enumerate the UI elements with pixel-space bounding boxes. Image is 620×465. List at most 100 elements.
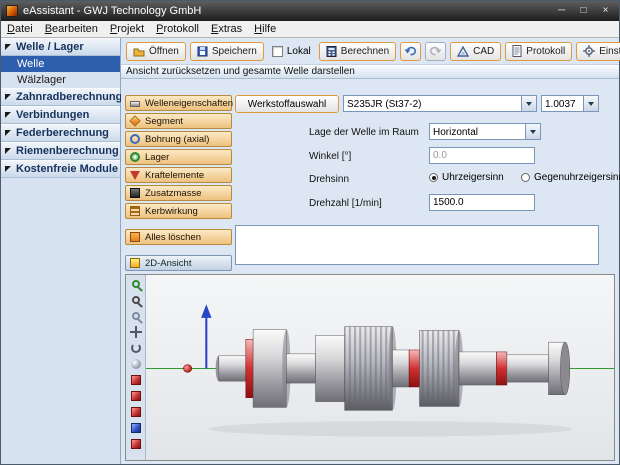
zoom-out-icon[interactable] [129,310,143,322]
material-number-combo[interactable]: 1.0037 [541,95,599,112]
material-combo-value: S235JR (St37-2) [347,99,422,110]
material-select-button[interactable]: Werkstoffauswahl [235,95,339,113]
sidebar-section-welle-lager[interactable]: Welle / Lager [1,38,120,56]
orientation-value: Horizontal [433,127,479,138]
clear-all-button[interactable]: Alles löschen [125,229,232,245]
sidebar-section-kostenfreie-module[interactable]: Kostenfreie Module [1,160,120,178]
content-area: Öffnen Speichern Lokal Berechnen CAD Pro… [121,38,620,464]
window-title: eAssistant - GWJ Technology GmbH [23,5,202,17]
sidebar-section-riemenberechnung[interactable]: Riemenberechnung [1,142,120,160]
clockwise-radio-group[interactable]: Uhrzeigersinn [429,172,504,183]
status-hint-bar: Ansicht zurücksetzen und gesamte Welle d… [121,64,619,79]
speed-input[interactable]: 1500.0 [429,194,535,211]
viewer-canvas[interactable] [146,275,614,460]
view-cube-side-icon[interactable] [129,406,143,418]
zoom-window-icon[interactable] [129,294,143,306]
view-2d-icon [130,258,140,268]
folder-icon [133,48,145,56]
sidebar-section-label: Riemenberechnung [16,145,119,157]
material-number-value: 1.0037 [545,99,576,110]
notch-icon [130,206,140,216]
sidebar-section-verbindungen[interactable]: Verbindungen [1,106,120,124]
menu-projekt[interactable]: Projekt [104,22,150,36]
title-bar: eAssistant - GWJ Technology GmbH ─ □ × [1,1,619,21]
sidebar-section-federberechnung[interactable]: Federberechnung [1,124,120,142]
counterclockwise-label: Gegenuhrzeigersinn [534,172,620,183]
chevron-down-icon[interactable] [583,96,598,111]
shaft-properties-button[interactable]: Welleneigenschaften [125,95,233,111]
pan-icon[interactable] [129,326,143,338]
menu-datei[interactable]: Datei [1,22,39,36]
info-text-box[interactable] [235,225,599,265]
bearing-icon [130,152,140,162]
floppy-icon [197,46,208,56]
menu-protokoll[interactable]: Protokoll [150,22,205,36]
material-combo[interactable]: S235JR (St37-2) [343,95,537,112]
bore-icon [130,134,140,144]
counterclockwise-radio-group[interactable]: Gegenuhrzeigersinn [521,172,620,183]
view-2d-button[interactable]: 2D-Ansicht [125,255,232,271]
view-cube-back-icon[interactable] [129,438,143,450]
segment-icon [129,115,141,127]
clockwise-label: Uhrzeigersinn [442,172,504,183]
open-button[interactable]: Öffnen [126,41,186,61]
calculate-button[interactable]: Berechnen [318,41,397,61]
undo-button[interactable] [400,41,422,61]
sidebar-section-zahnradberechnung[interactable]: Zahnradberechnung [1,88,122,106]
additional-mass-button[interactable]: Zusatzmasse [125,185,232,201]
main-toolbar: Öffnen Speichern Lokal Berechnen CAD Pro… [121,38,620,64]
force-icon [130,170,140,180]
local-checkbox-label: Lokal [286,45,311,57]
undo-icon [404,46,417,56]
shaded-view-icon[interactable] [129,358,143,370]
rotate-view-icon[interactable] [129,342,143,354]
chevron-down-icon[interactable] [525,124,540,139]
local-checkbox[interactable] [271,45,283,57]
shaft-3d-render [146,304,614,437]
cad-button[interactable]: CAD [450,41,502,61]
save-button[interactable]: Speichern [189,41,264,61]
axial-bore-button[interactable]: Bohrung (axial) [125,131,232,147]
cad-icon [457,45,470,57]
viewer-toolbar [126,275,146,460]
clockwise-radio[interactable] [429,173,438,182]
menu-hilfe[interactable]: Hilfe [248,22,282,36]
orientation-combo[interactable]: Horizontal [429,123,541,140]
close-button[interactable]: × [597,4,614,19]
counterclockwise-radio[interactable] [521,173,530,182]
notch-effect-button[interactable]: Kerbwirkung [125,203,232,219]
redo-button[interactable] [425,41,447,61]
segment-button[interactable]: Segment [125,113,232,129]
sidebar-item-waelzlager[interactable]: Wälzlager [1,72,120,88]
speed-label: Drehzahl [1/min] [309,198,382,209]
zoom-in-icon[interactable] [129,278,143,290]
shaft-form: Welleneigenschaften Segment Bohrung (axi… [121,79,620,272]
bearing-button[interactable]: Lager [125,149,232,165]
rotation-label: Drehsinn [309,174,350,185]
menu-extras[interactable]: Extras [205,22,248,36]
sidebar: Welle / Lager Welle Wälzlager Zahnradber… [1,38,122,464]
settings-button[interactable]: Einstellungen [576,41,620,61]
local-checkbox-group[interactable]: Lokal [268,45,315,57]
minimize-button[interactable]: ─ [553,4,570,19]
view-cube-iso-icon[interactable] [129,422,143,434]
angle-input[interactable]: 0.0 [429,147,535,164]
chevron-down-icon[interactable] [521,96,536,111]
force-elements-button[interactable]: Kraftelemente [125,167,232,183]
viewer-3d [125,274,615,461]
section-collapse-icon [5,94,11,100]
maximize-button[interactable]: □ [575,4,592,19]
protocol-button[interactable]: Protokoll [505,41,573,61]
sidebar-section-label: Verbindungen [16,109,90,121]
sidebar-section-label: Welle / Lager [16,41,84,53]
document-icon [512,45,522,57]
view-cube-front-icon[interactable] [129,374,143,386]
sidebar-item-welle[interactable]: Welle [1,56,120,72]
mass-icon [130,188,140,198]
clear-all-icon [130,232,140,242]
angle-label: Winkel [°] [309,151,352,162]
view-cube-top-icon[interactable] [129,390,143,402]
shaft-properties-icon [130,101,140,107]
sidebar-section-label: Kostenfreie Module [16,163,119,175]
menu-bearbeiten[interactable]: Bearbeiten [39,22,104,36]
